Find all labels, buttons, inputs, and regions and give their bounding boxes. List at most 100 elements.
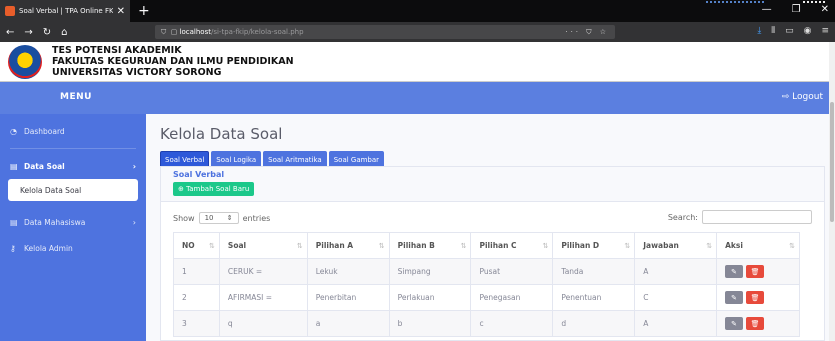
sidebar-subitem-kelola-data-soal[interactable]: Kelola Data Soal (8, 179, 138, 201)
soal-card: Soal Verbal ⊕ Tambah Soal Baru Show 10 ⇕… (160, 166, 825, 341)
header-label: Aksi (725, 241, 743, 250)
plus-icon: ⊕ (178, 185, 184, 193)
header-line-1: TES POTENSI AKADEMIK (52, 45, 182, 56)
url-host: localhost (179, 28, 211, 36)
cell-jawaban: C (634, 284, 718, 311)
delete-button[interactable]: 🗑 (746, 265, 765, 278)
card-title: Soal Verbal (173, 170, 225, 179)
download-icon[interactable]: ⤓ (757, 26, 761, 36)
shield-icon: ⛉ (161, 27, 167, 36)
cell-aksi: ✎ 🗑 (716, 258, 800, 285)
new-tab-button[interactable]: + (138, 3, 150, 19)
cell-soal: q (218, 310, 308, 337)
sidebar-item-label: Data Mahasiswa (24, 217, 86, 227)
header-label: NO (182, 241, 195, 250)
minimize-icon[interactable]: — (762, 4, 772, 15)
sidebar-item-dashboard[interactable]: ◔ Dashboard (0, 118, 146, 144)
cell-pilihan-a: Lekuk (306, 258, 390, 285)
window-controls: — ❐ ✕ (762, 4, 829, 15)
header-label: Soal (227, 241, 247, 250)
library-icon[interactable]: ⫴ (771, 26, 775, 36)
show-label: Show (173, 213, 195, 223)
table-row: 1 CERUK = Lekuk Simpang Pusat Tanda A ✎ 🗑 (173, 258, 800, 285)
edit-button[interactable]: ✎ (725, 265, 744, 278)
edit-icon: ✎ (731, 293, 738, 302)
column-header-no[interactable]: NO ⇅ (173, 232, 220, 259)
edit-button[interactable]: ✎ (725, 317, 744, 330)
logout-link[interactable]: ⇨ Logout (782, 92, 823, 102)
table-row: 2 AFIRMASI = Penerbitan Perlakuan Penega… (173, 284, 800, 311)
maximize-icon[interactable]: ❐ (792, 4, 801, 15)
delete-button[interactable]: 🗑 (746, 291, 765, 304)
cell-aksi: ✎ 🗑 (716, 284, 800, 311)
sidebar-item-data-mahasiswa[interactable]: ▤ Data Mahasiswa › (0, 209, 146, 235)
sidebar-item-label: Data Soal (24, 161, 65, 171)
column-header-pilihan-c[interactable]: Pilihan C ⇅ (470, 232, 554, 259)
url-bar[interactable]: ⛉ ▢ localhost /si-tpa-fkip/kelola-soal.p… (155, 25, 615, 39)
tab-title: Soal Verbal | TPA Online FKIP U (19, 7, 113, 15)
cell-soal: CERUK = (218, 258, 308, 285)
favicon-icon (5, 6, 15, 16)
cell-pilihan-b: b (388, 310, 472, 337)
site-header: TES POTENSI AKADEMIK FAKULTAS KEGURUAN D… (0, 42, 835, 82)
cell-pilihan-a: Penerbitan (306, 284, 390, 311)
column-header-pilihan-b[interactable]: Pilihan B ⇅ (388, 232, 472, 259)
sort-icon: ⇅ (542, 242, 549, 250)
home-icon[interactable]: ⌂ (61, 27, 67, 38)
add-question-label: Tambah Soal Baru (186, 185, 250, 193)
header-label: Pilihan A (315, 241, 354, 250)
trash-icon: 🗑 (750, 267, 760, 276)
search-input[interactable] (702, 210, 812, 224)
browser-tab[interactable]: Soal Verbal | TPA Online FKIP U ✕ (0, 0, 130, 22)
app-topbar: MENU ⇨ Logout (0, 82, 829, 114)
page-icon: ▢ (170, 28, 178, 36)
entries-value: 10 (204, 214, 214, 222)
university-logo (8, 45, 42, 79)
sidebar-item-data-soal[interactable]: ▤ Data Soal › (0, 153, 146, 179)
table-search: Search: (668, 210, 812, 224)
cell-pilihan-d: Penentuan (552, 284, 636, 311)
cell-aksi: ✎ 🗑 (716, 310, 800, 337)
page-title: Kelola Data Soal (160, 125, 283, 143)
cell-pilihan-b: Simpang (388, 258, 472, 285)
sidebar-toggle-icon[interactable]: ▭ (785, 26, 794, 36)
edit-button[interactable]: ✎ (725, 291, 744, 304)
hamburger-icon[interactable]: ≡ (821, 26, 829, 36)
url-actions[interactable]: ··· ⛉ ☆ (565, 28, 609, 37)
add-question-button[interactable]: ⊕ Tambah Soal Baru (173, 182, 255, 196)
chevron-right-icon: › (132, 161, 136, 171)
header-line-3: UNIVERSITAS VICTORY SORONG (52, 67, 222, 78)
trash-icon: 🗑 (750, 293, 760, 302)
cell-pilihan-d: Tanda (552, 258, 636, 285)
cell-pilihan-c: c (470, 310, 554, 337)
page-scrollbar[interactable] (829, 42, 835, 341)
scrollbar-thumb[interactable] (830, 102, 834, 222)
sidebar-subitem-label: Kelola Data Soal (20, 185, 82, 195)
card-header: Soal Verbal ⊕ Tambah Soal Baru (161, 167, 824, 202)
sidebar: ◔ Dashboard ▤ Data Soal › Kelola Data So… (0, 114, 146, 341)
key-icon: ⚷ (10, 243, 16, 253)
close-tab-icon[interactable]: ✕ (117, 6, 125, 17)
column-header-jawaban[interactable]: Jawaban ⇅ (634, 232, 718, 259)
logout-icon: ⇨ (781, 92, 790, 102)
sidebar-item-kelola-admin[interactable]: ⚷ Kelola Admin (0, 235, 146, 261)
show-entries: Show 10 ⇕ entries (173, 212, 270, 224)
entries-select[interactable]: 10 ⇕ (198, 212, 239, 224)
table-row: 3 q a b c d A ✎ 🗑 (173, 310, 800, 337)
cell-pilihan-a: a (306, 310, 390, 337)
close-window-icon[interactable]: ✕ (821, 4, 829, 15)
delete-button[interactable]: 🗑 (746, 317, 765, 330)
soal-table: NO ⇅ Soal ⇅ Pilihan A ⇅ Pilihan B ⇅ Pilihan … (173, 232, 800, 337)
back-icon[interactable]: ← (6, 27, 14, 38)
column-header-aksi[interactable]: Aksi ⇅ (716, 232, 800, 259)
column-header-soal[interactable]: Soal ⇅ (218, 232, 308, 259)
account-icon[interactable]: ◉ (804, 26, 812, 36)
site-header-text: TES POTENSI AKADEMIK FAKULTAS KEGURUAN D… (52, 45, 294, 78)
column-header-pilihan-a[interactable]: Pilihan A ⇅ (306, 232, 390, 259)
dashboard-icon: ◔ (10, 126, 17, 136)
forward-icon[interactable]: → (24, 27, 32, 38)
reload-icon[interactable]: ↻ (43, 27, 51, 38)
edit-icon: ✎ (731, 319, 738, 328)
sort-icon: ⇅ (789, 242, 795, 250)
column-header-pilihan-d[interactable]: Pilihan D ⇅ (552, 232, 636, 259)
